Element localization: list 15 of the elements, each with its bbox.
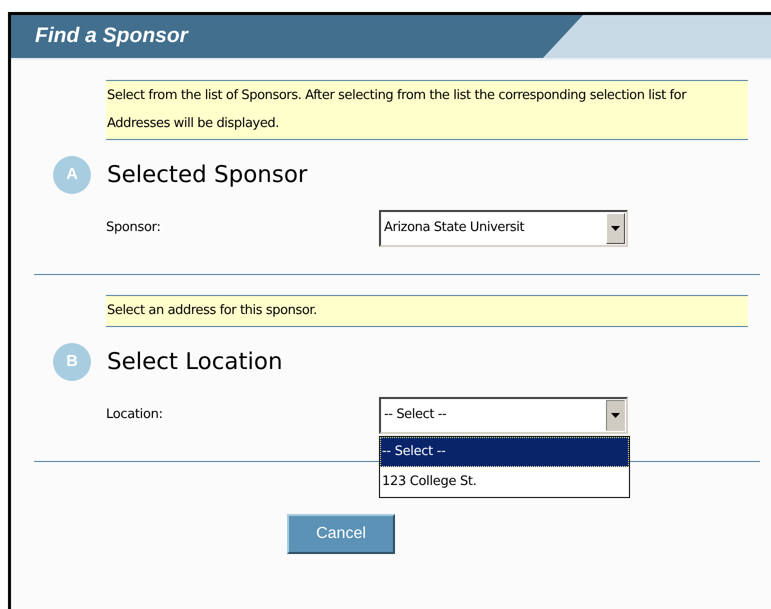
instruction-note: Select from the list of Sponsors. After selecting from the list the corresponding selection list for Addresses will be displayed. — [106, 80, 748, 140]
instruction-note: Select an address for this sponsor. — [106, 295, 748, 327]
field-label: Sponsor: — [106, 219, 162, 238]
step-badge: A — [53, 156, 91, 194]
field-label: Location: — [106, 406, 164, 424]
dropdown-arrow-button[interactable] — [606, 400, 625, 430]
step-badge: B — [53, 343, 91, 381]
window-title: Find a Sponsor — [35, 23, 188, 49]
caret-icon — [611, 226, 620, 230]
select-field[interactable]: Arizona State Universit — [379, 210, 628, 246]
caret-icon — [611, 412, 620, 418]
section-heading: Selected Sponsor — [107, 160, 308, 190]
dropdown-option[interactable]: -- Select -- — [380, 436, 629, 466]
select-field[interactable]: -- Select -- — [379, 396, 628, 434]
section-heading: Select Location — [107, 348, 283, 377]
